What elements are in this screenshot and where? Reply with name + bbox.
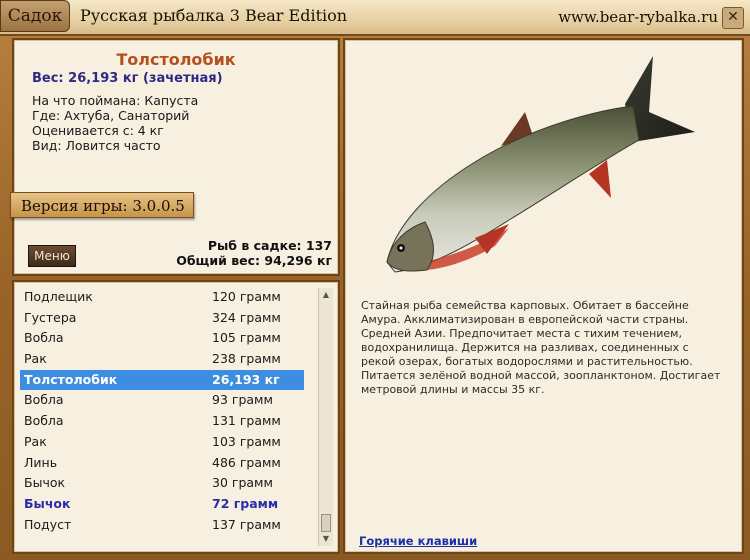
fish-info-panel: Толстолобик Вес: 26,193 кг (зачетная) На…: [10, 38, 340, 276]
app-title: Русская рыбалка 3 Bear Edition: [80, 6, 348, 25]
list-item[interactable]: Рак 103 грамм: [20, 432, 304, 453]
caught-on: На что поймана: Капуста: [32, 93, 199, 108]
fish-list-name: Бычок: [24, 475, 66, 491]
scroll-up-icon[interactable]: ▲: [320, 289, 332, 301]
fish-weight: Вес: 26,193 кг (зачетная): [32, 71, 223, 86]
list-item[interactable]: Толстолобик 26,193 кг: [20, 369, 304, 391]
menu-button[interactable]: Меню: [28, 245, 76, 267]
list-item[interactable]: Вобла 131 грамм: [20, 411, 304, 432]
fish-list-weight: 324 грамм: [212, 309, 281, 325]
close-icon[interactable]: ✕: [722, 7, 744, 29]
fish-list-weight: 137 грамм: [212, 516, 281, 532]
scroll-thumb[interactable]: [321, 514, 331, 532]
fish-list-weight: 103 грамм: [212, 433, 281, 449]
list-item[interactable]: Бычок 72 грамм: [20, 494, 304, 515]
fish-list-name: Подуст: [24, 516, 72, 532]
list-item[interactable]: Рак 238 грамм: [20, 349, 304, 370]
fish-list-name: Рак: [24, 433, 47, 449]
fish-name: Толстолобик: [116, 50, 236, 69]
fish-list-name: Бычок: [24, 495, 71, 511]
list-item[interactable]: Бычок 30 грамм: [20, 473, 304, 494]
fish-list-name: Рак: [24, 351, 47, 367]
tab-sadok[interactable]: Садок: [0, 0, 70, 32]
list-item[interactable]: Вобла 105 грамм: [20, 328, 304, 349]
list-item[interactable]: Вобла 93 грамм: [20, 390, 304, 411]
fish-list-weight: 486 грамм: [212, 454, 281, 470]
fish-list-weight: 238 грамм: [212, 351, 281, 367]
caught-where: Где: Ахтуба, Санаторий: [32, 108, 190, 123]
fish-list-panel: Подлещик 120 грамм Густера 324 грамм Вобла 10…: [12, 280, 340, 554]
fish-list-name: Линь: [24, 454, 58, 470]
fish-list-weight: 131 грамм: [212, 413, 281, 429]
fish-list-name: Вобла: [24, 330, 64, 346]
fish-list-name: Вобла: [24, 413, 64, 429]
list-item[interactable]: Густера 324 грамм: [20, 308, 304, 329]
app-window: Садок Русская рыбалка 3 Bear Edition www…: [0, 0, 750, 560]
fish-description: Стайная рыба семейства карповых. Обитает…: [361, 299, 721, 396]
list-item[interactable]: Подлещик 120 грамм: [20, 287, 304, 308]
species-frequency: Вид: Ловится часто: [32, 138, 161, 153]
fish-list: Подлещик 120 грамм Густера 324 грамм Вобла 10…: [20, 287, 304, 535]
list-scrollbar[interactable]: ▲ ▼: [318, 288, 333, 546]
rated-from: Оценивается с: 4 кг: [32, 123, 164, 138]
list-item[interactable]: Линь 486 грамм: [20, 453, 304, 474]
title-bar: Садок Русская рыбалка 3 Bear Edition www…: [0, 0, 750, 36]
fish-illustration: [386, 56, 695, 273]
fish-list-name: Вобла: [24, 392, 64, 408]
fish-count: Рыб в садке: 137: [207, 238, 332, 253]
list-item[interactable]: Подуст 137 грамм: [20, 515, 304, 536]
fish-list-weight: 105 грамм: [212, 330, 281, 346]
fish-list-weight: 72 грамм: [212, 495, 279, 511]
site-url[interactable]: www.bear-rybalka.ru: [558, 8, 718, 26]
fish-list-weight: 93 грамм: [212, 392, 273, 408]
fish-description-panel: Стайная рыба семейства карповых. Обитает…: [343, 38, 744, 554]
fish-list-weight: 26,193 кг: [212, 371, 280, 387]
fish-list-name: Густера: [24, 309, 77, 325]
fish-list-weight: 30 грамм: [212, 475, 273, 491]
fish-list-name: Толстолобик: [24, 371, 118, 387]
total-weight: Общий вес: 94,296 кг: [176, 253, 332, 268]
version-banner: Версия игры: 3.0.0.5: [10, 192, 194, 218]
hotkeys-link[interactable]: Горячие клавиши: [359, 534, 477, 548]
scroll-down-icon[interactable]: ▼: [320, 533, 332, 545]
fish-list-name: Подлещик: [24, 289, 93, 304]
fish-list-weight: 120 грамм: [212, 289, 281, 304]
